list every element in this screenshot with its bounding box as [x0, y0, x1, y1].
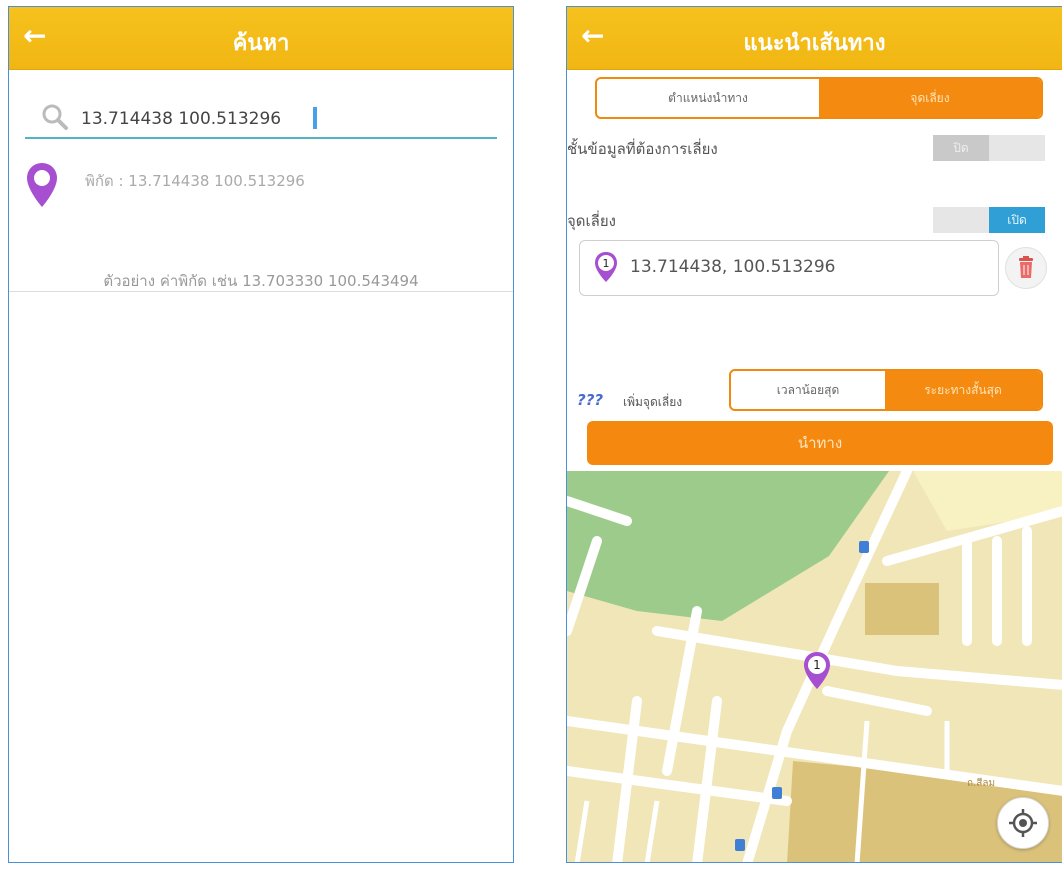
- coordinate-hint: ตัวอย่าง ค่าพิกัด เช่น 13.703330 100.543…: [103, 272, 419, 290]
- toggle-on-label: เปิด: [989, 207, 1045, 233]
- app-bar: ← ค้นหา: [9, 7, 513, 70]
- my-location-button[interactable]: [997, 797, 1049, 849]
- page-title: ค้นหา: [232, 31, 290, 56]
- bus-stop-icon: [735, 839, 745, 851]
- option-shortest-time[interactable]: เวลาน้อยสุด: [731, 371, 885, 409]
- result-coordinates: พิกัด : 13.714438 100.513296: [85, 172, 305, 190]
- toggle-track: [989, 135, 1045, 161]
- search-input[interactable]: [79, 105, 483, 133]
- option-shortest-distance[interactable]: ระยะทางสั้นสุด: [885, 371, 1041, 409]
- svg-text:1: 1: [813, 658, 821, 672]
- search-bar[interactable]: [25, 99, 497, 139]
- bus-stop-icon: [859, 541, 869, 553]
- toggle-off-label: ปิด: [933, 135, 989, 161]
- search-icon: [42, 104, 68, 130]
- map-view[interactable]: ถ.สีลม 1: [567, 466, 1062, 863]
- page-title: แนะนำเส้นทาง: [743, 31, 886, 56]
- building-block: [865, 583, 939, 635]
- navigate-button[interactable]: นำทาง: [587, 421, 1053, 465]
- avoid-layer-label: ชั้นข้อมูลที่ต้องการเลี่ยง: [567, 140, 718, 158]
- toggle-track: [933, 207, 989, 233]
- waypoint-coordinates: 13.714438, 100.513296: [630, 257, 836, 277]
- bus-stop-icon: [772, 787, 782, 799]
- mode-tabs: ตำแหน่งนำทาง จุดเลี่ยง: [595, 77, 1043, 119]
- route-options: เวลาน้อยสุด ระยะทางสั้นสุด: [729, 369, 1043, 411]
- map-pin-icon: [27, 163, 57, 207]
- tab-avoid-point[interactable]: จุดเลี่ยง: [819, 79, 1041, 117]
- crosshair-icon: [1009, 809, 1037, 837]
- avoid-point-label: จุดเลี่ยง: [567, 212, 616, 230]
- road-name-label: ถ.สีลม: [967, 777, 995, 789]
- waypoint-field[interactable]: 1 13.714438, 100.513296: [579, 240, 999, 296]
- search-underline: [25, 137, 497, 139]
- delete-waypoint-button[interactable]: [1005, 247, 1047, 289]
- add-waypoint-icon[interactable]: ???: [577, 391, 603, 409]
- route-screen: ← แนะนำเส้นทาง ตำแหน่งนำทาง จุดเลี่ยง ชั…: [566, 6, 1062, 863]
- add-waypoint-label[interactable]: เพิ่มจุดเลี่ยง: [623, 393, 682, 412]
- search-result-item[interactable]: พิกัด : 13.714438 100.513296: [17, 157, 497, 227]
- svg-text:1: 1: [603, 257, 610, 270]
- map-canvas[interactable]: ถ.สีลม 1: [567, 466, 1062, 863]
- trash-icon: [1019, 256, 1033, 278]
- text-cursor: [313, 107, 317, 129]
- search-screen: ← ค้นหา พิกัด : 13.714438 100.513296 ตัว…: [8, 6, 514, 863]
- numbered-pin-icon: 1: [595, 252, 617, 282]
- divider: [9, 291, 513, 292]
- app-bar: ← แนะนำเส้นทาง: [567, 7, 1062, 70]
- tab-navigation-position[interactable]: ตำแหน่งนำทาง: [597, 79, 819, 117]
